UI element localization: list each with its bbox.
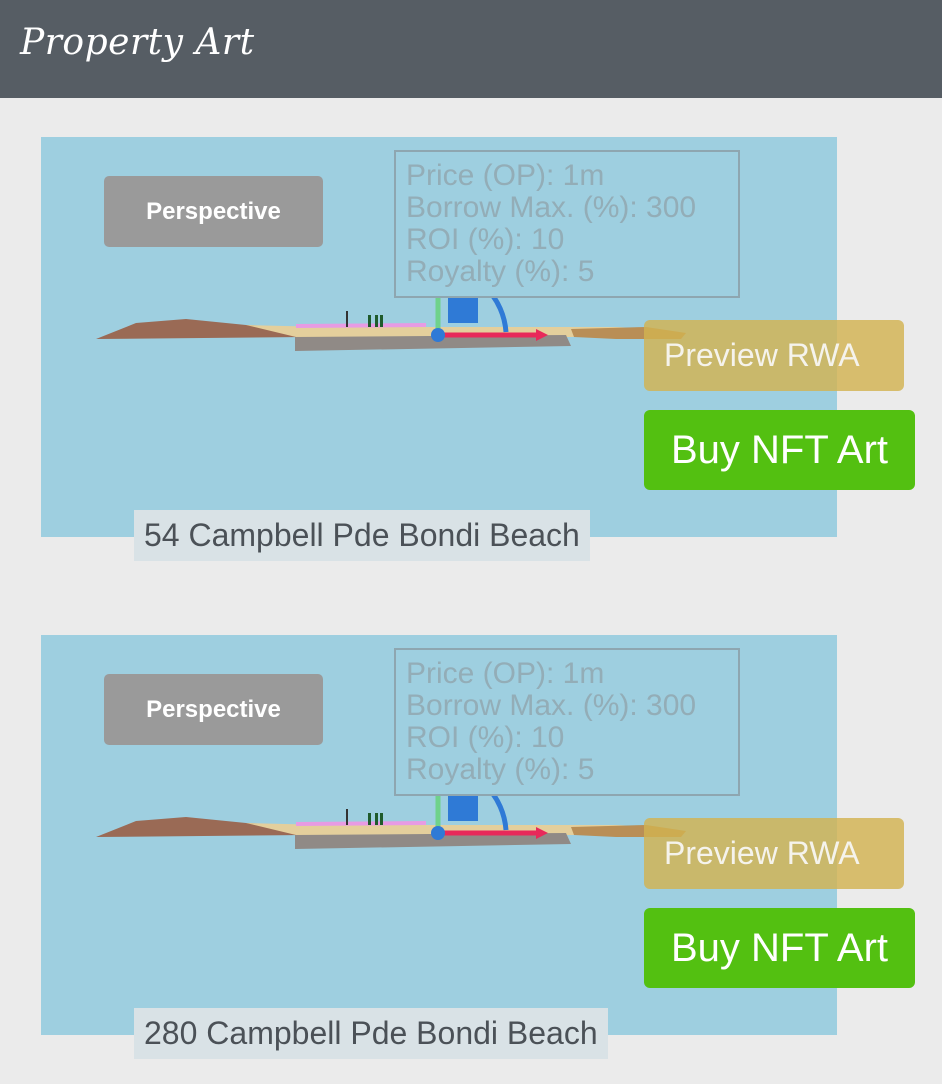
buy-nft-art-button[interactable]: Buy NFT Art — [644, 410, 915, 490]
lamp-post — [346, 809, 348, 825]
stat-borrow-max: Borrow Max. (%): 300 — [406, 689, 697, 722]
tree — [380, 315, 383, 327]
3d-scene-viewport[interactable] — [96, 795, 706, 865]
property-address: 54 Campbell Pde Bondi Beach — [134, 510, 590, 561]
stat-price: Price (OP): 1m — [406, 159, 605, 192]
app-title: Property Art — [20, 22, 255, 63]
stats-panel: Price (OP): 1m Borrow Max. (%): 300 ROI … — [394, 648, 740, 796]
perspective-button[interactable]: Perspective — [104, 674, 323, 745]
perspective-button[interactable]: Perspective — [104, 176, 323, 247]
stats-panel: Price (OP): 1m Borrow Max. (%): 300 ROI … — [394, 150, 740, 298]
tree — [368, 813, 371, 825]
tree — [375, 315, 378, 327]
3d-scene-viewport[interactable] — [96, 297, 706, 367]
stat-roi: ROI (%): 10 — [406, 223, 565, 256]
buy-nft-art-button[interactable]: Buy NFT Art — [644, 908, 915, 988]
stat-royalty: Royalty (%): 5 — [406, 753, 595, 786]
app-header: Property Art — [0, 0, 942, 98]
tree — [368, 315, 371, 327]
tree — [375, 813, 378, 825]
property-address: 280 Campbell Pde Bondi Beach — [134, 1008, 608, 1059]
preview-rwa-button[interactable]: Preview RWA — [644, 320, 904, 391]
stat-roi: ROI (%): 10 — [406, 721, 565, 754]
stat-price: Price (OP): 1m — [406, 657, 605, 690]
property-card: Perspective Price (OP): 1m Borrow Max. (… — [41, 635, 915, 1059]
tree — [380, 813, 383, 825]
transform-gizmo-cube — [448, 297, 478, 323]
lamp-post — [346, 311, 348, 327]
preview-rwa-button[interactable]: Preview RWA — [644, 818, 904, 889]
stat-royalty: Royalty (%): 5 — [406, 255, 595, 288]
gizmo-origin — [431, 826, 445, 840]
property-card: Perspective Price (OP): 1m Borrow Max. (… — [41, 137, 915, 561]
gizmo-origin — [431, 328, 445, 342]
transform-gizmo-cube — [448, 795, 478, 821]
stat-borrow-max: Borrow Max. (%): 300 — [406, 191, 697, 224]
